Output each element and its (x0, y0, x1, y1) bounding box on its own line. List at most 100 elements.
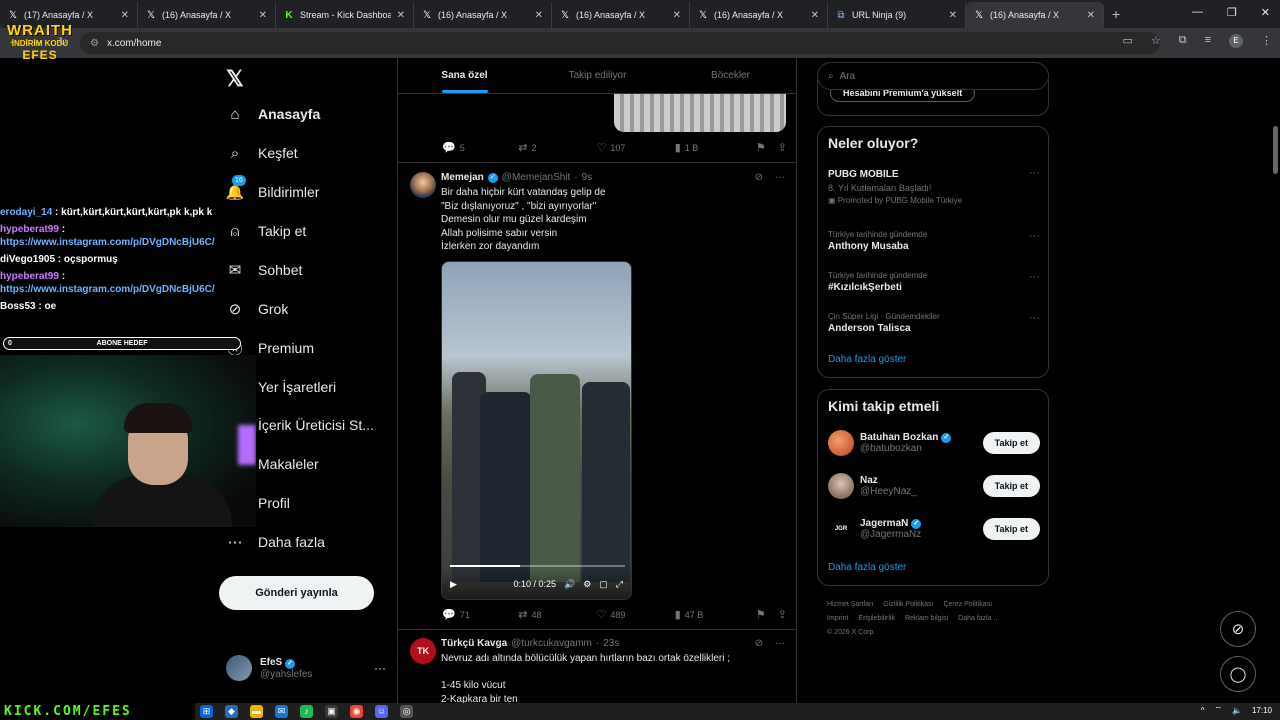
more-horizontal-icon[interactable]: ··· (1029, 230, 1040, 242)
extensions-icon[interactable]: ⧉ (1179, 34, 1187, 48)
tweet-time[interactable]: 23s (603, 638, 619, 649)
nav-item-keşfet[interactable]: ⌕ Keşfet (226, 144, 298, 162)
obs-icon[interactable]: ◎ (400, 705, 413, 718)
repost-button[interactable]: ⇄ 48 (518, 608, 596, 621)
close-icon[interactable]: ✕ (673, 10, 681, 21)
spotify-icon[interactable]: ♪ (300, 705, 313, 718)
scrollbar-thumb[interactable] (1273, 126, 1278, 174)
more-horizontal-icon[interactable]: ··· (775, 172, 785, 183)
network-icon[interactable]: ⌔ (1214, 705, 1222, 715)
url-input[interactable]: ⚙ x.com/home (80, 32, 1160, 54)
bookmark-star-icon[interactable]: ☆ (1151, 34, 1161, 48)
more-horizontal-icon[interactable]: ··· (1029, 312, 1040, 324)
discord-icon[interactable]: ☺ (375, 705, 388, 718)
account-switcher[interactable]: EfeS ✓ @yahslefes ··· (226, 655, 386, 681)
minimize-icon[interactable]: — (1192, 6, 1203, 19)
chrome-icon[interactable]: ◉ (350, 705, 363, 718)
close-icon[interactable]: ✕ (949, 10, 957, 21)
new-tab-button[interactable]: + (1112, 6, 1120, 22)
post-button[interactable]: Gönderi yayınla (219, 576, 374, 610)
browser-tab[interactable]: 𝕏 (16) Anasayfa / X ✕ (138, 2, 276, 28)
volume-icon[interactable]: 🔈 (1232, 706, 1242, 715)
caption-icon[interactable]: ▢ (599, 579, 608, 590)
browser-tab[interactable]: ⧉ URL Ninja (9) ✕ (828, 2, 966, 28)
footer-link[interactable]: Daha fazla ... (958, 615, 999, 622)
grok-icon[interactable]: ⊘ (755, 172, 763, 183)
page-scrollbar[interactable] (1271, 58, 1280, 703)
nav-item-anasayfa[interactable]: ⌂ Anasayfa (226, 105, 320, 123)
grok-icon[interactable]: ⊘ (755, 638, 763, 649)
tab-following[interactable]: Takip ediliyor (531, 58, 664, 93)
settings-icon[interactable]: ⚙ (583, 579, 591, 590)
video-progress-bar[interactable] (450, 565, 625, 567)
menu-icon[interactable]: ⋮ (1261, 34, 1272, 48)
close-icon[interactable]: ✕ (811, 10, 819, 21)
follow-suggestion[interactable]: JGR JagermaN ✓ @JagermaNz Takip et (828, 516, 1040, 542)
trend-item[interactable]: Türkiye tarihinde gündemde #KızılcıkŞerbe… (828, 271, 1040, 293)
tweet-author-handle[interactable]: @turkcukavgamm (511, 638, 592, 649)
chat-text[interactable]: https://www.instagram.com/p/DVgDNcBjU6C/ (0, 237, 215, 248)
folder-icon[interactable]: ▬ (250, 705, 263, 718)
x-logo-icon[interactable]: 𝕏 (226, 66, 244, 92)
more-horizontal-icon[interactable]: ··· (374, 661, 386, 675)
follow-suggestion[interactable]: Naz @HeeyNaz_ Takip et (828, 473, 1040, 499)
search-input[interactable]: ⌕ Ara (817, 62, 1049, 90)
browser-tab[interactable]: 𝕏 (16) Anasayfa / X ✕ (552, 2, 690, 28)
like-button[interactable]: ♡ 107 (596, 141, 674, 154)
restore-icon[interactable]: ❐ (1227, 6, 1237, 19)
site-info-icon[interactable]: ⚙ (90, 38, 99, 49)
follow-suggestion[interactable]: Batuhan Bozkan ✓ @batubozkan Takip et (828, 430, 1040, 456)
outlook-icon[interactable]: ✉ (275, 705, 288, 718)
trends-show-more[interactable]: Daha fazla göster (828, 354, 906, 365)
views-button[interactable]: ▮ 47 B (675, 608, 756, 621)
browser-tab[interactable]: 𝕏 (16) Anasayfa / X ✕ (966, 2, 1104, 28)
close-icon[interactable]: ✕ (535, 10, 543, 21)
avatar[interactable] (828, 473, 854, 499)
trend-item[interactable]: PUBG MOBILE 8. Yıl Kutlamaları Başladı! ▣ … (828, 167, 1040, 205)
follow-button[interactable]: Takip et (982, 432, 1040, 454)
like-button[interactable]: ♡ 489 (596, 608, 674, 621)
follow-button[interactable]: Takip et (982, 518, 1040, 540)
nav-item-bildirimler[interactable]: 🔔 16 Bildirimler (226, 175, 319, 201)
more-horizontal-icon[interactable]: ··· (1029, 271, 1040, 283)
follow-button[interactable]: Takip et (982, 475, 1040, 497)
tweet-author-name[interactable]: Memejan (441, 172, 484, 183)
app-icon[interactable]: ▣ (325, 705, 338, 718)
close-icon[interactable]: ✕ (397, 10, 405, 21)
avatar[interactable] (828, 430, 854, 456)
start-icon[interactable]: ⊞ (200, 705, 213, 718)
chat-text[interactable]: https://www.instagram.com/p/DVgDNcBjU6C/ (0, 284, 215, 295)
play-icon[interactable]: ▶ (450, 579, 457, 590)
footer-link[interactable]: Reklam bilgisi (905, 615, 948, 622)
footer-link[interactable]: Imprint (827, 615, 848, 622)
footer-link[interactable]: Hizmet Şartları (827, 601, 873, 608)
more-horizontal-icon[interactable]: ··· (775, 638, 785, 649)
tab-bugs[interactable]: Böcekler (664, 58, 796, 93)
follow-show-more[interactable]: Daha fazla göster (828, 562, 906, 573)
cast-icon[interactable]: ▭ (1122, 34, 1132, 48)
tweet-author-name[interactable]: Türkçü Kavga (441, 638, 507, 649)
clock[interactable]: 17:10 (1252, 706, 1272, 715)
tab-for-you[interactable]: Sana özel (398, 58, 531, 93)
reading-list-icon[interactable]: ≡ (1205, 34, 1211, 48)
copilot-icon[interactable]: ◆ (225, 705, 238, 718)
trend-item[interactable]: Çin Süper Ligi · Gündemdekiler Anderson T… (828, 312, 1040, 334)
previous-tweet-image[interactable] (614, 94, 786, 132)
messages-fab-button[interactable]: ◯ (1220, 656, 1256, 692)
browser-tab[interactable]: 𝕏 (16) Anasayfa / X ✕ (690, 2, 828, 28)
close-icon[interactable]: ✕ (1087, 10, 1095, 21)
views-button[interactable]: ▮ 1 B (675, 141, 756, 154)
fullscreen-icon[interactable]: ⤢ (616, 579, 623, 590)
browser-tab[interactable]: 𝕏 (16) Anasayfa / X ✕ (414, 2, 552, 28)
repost-button[interactable]: ⇄ 2 (518, 141, 596, 154)
footer-link[interactable]: Gizlilik Politikası (883, 601, 933, 608)
close-icon[interactable]: ✕ (259, 10, 267, 21)
grok-fab-button[interactable]: ⊘ (1220, 611, 1256, 647)
share-icon[interactable]: ⇪ (778, 608, 787, 621)
tweet-time[interactable]: 9s (582, 172, 593, 183)
footer-link[interactable]: Çerez Politikası (943, 601, 992, 608)
bookmark-icon[interactable]: ⚑ (756, 141, 766, 154)
avatar[interactable] (410, 172, 436, 198)
tweet-video[interactable]: ▶ 0:10 / 0:25 🔊 ⚙ ▢ ⤢ (441, 261, 632, 600)
tray-chevron-icon[interactable]: ^ (1201, 706, 1205, 715)
